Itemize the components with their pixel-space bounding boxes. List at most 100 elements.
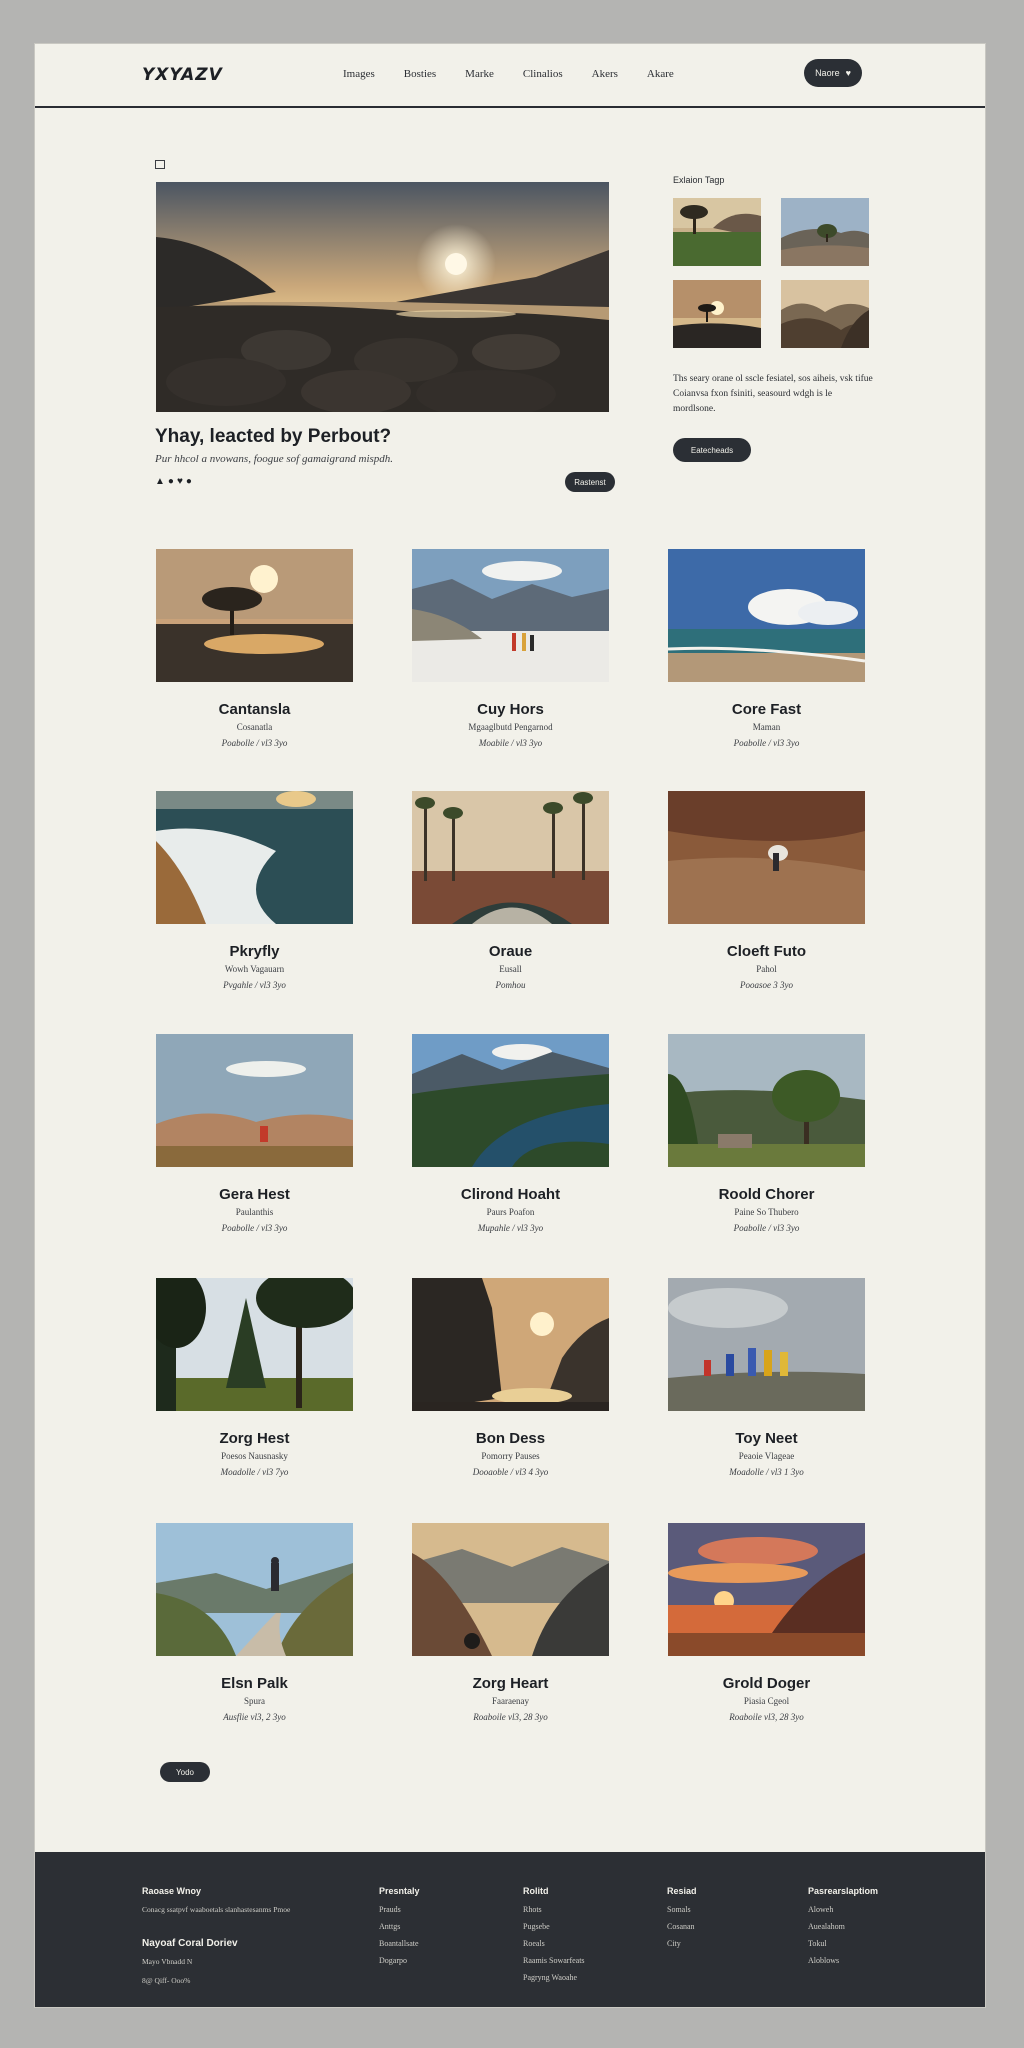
- card-image: [412, 791, 609, 924]
- gallery-card[interactable]: Zorg Heart Faaraenay Roaboile vl3, 28 3y…: [412, 1523, 609, 1722]
- sidebar-thumb[interactable]: [781, 280, 869, 348]
- nav-item[interactable]: Akare: [647, 68, 674, 80]
- heart-icon: ♥: [845, 68, 851, 78]
- card-subtitle: Faaraenay: [492, 1696, 529, 1706]
- sidebar-thumb[interactable]: [673, 280, 761, 348]
- footer-link[interactable]: Dogarpo: [379, 1956, 420, 1965]
- footer-brand-description: Conacg ssatpvf waaboetals slanhastesanms…: [142, 1905, 291, 1914]
- card-meta: Moabile / vl3 3yo: [478, 738, 543, 748]
- card-subtitle: Maman: [752, 722, 781, 732]
- card-subtitle: Pahol: [756, 964, 777, 974]
- card-image: [412, 1523, 609, 1656]
- footer-link[interactable]: Anttgs: [379, 1922, 420, 1931]
- card-title: Elsn Palk: [221, 1675, 288, 1692]
- sidebar-thumb[interactable]: [781, 198, 869, 266]
- card-title: Toy Neet: [735, 1430, 798, 1447]
- footer-link[interactable]: Pagryng Waoahe: [523, 1973, 585, 1982]
- card-title: Oraue: [488, 943, 533, 960]
- site-logo[interactable]: YXYAZV: [142, 65, 223, 85]
- card-title: Bon Dess: [475, 1430, 546, 1447]
- card-subtitle: Paurs Poafon: [486, 1207, 535, 1217]
- main-nav: Images Bosties Marke Clinalios Akers Aka…: [343, 68, 703, 80]
- footer-link[interactable]: Raamis Sowarfeats: [523, 1956, 585, 1965]
- featured-image[interactable]: [156, 182, 609, 412]
- gallery-card[interactable]: Zorg Hest Poesos Nausnasky Moadolle / vl…: [156, 1278, 353, 1477]
- card-title: Pkryfly: [229, 943, 280, 960]
- header-button-label: Naore: [815, 68, 840, 78]
- footer-link[interactable]: Tokul: [808, 1939, 878, 1948]
- card-subtitle: Wowh Vagauarn: [224, 964, 285, 974]
- footer-link[interactable]: City: [667, 1939, 697, 1948]
- nav-item[interactable]: Clinalios: [523, 68, 563, 80]
- sidebar-thumb[interactable]: [673, 198, 761, 266]
- gallery-card[interactable]: Core Fast Maman Poabolle / vl3 3yo: [668, 549, 865, 748]
- card-subtitle: Pomorry Pauses: [481, 1451, 540, 1461]
- gallery-card[interactable]: Roold Chorer Paine So Thubero Poabolle /…: [668, 1034, 865, 1233]
- footer-link[interactable]: Cosanan: [667, 1922, 697, 1931]
- gallery-card[interactable]: Cantansla Cosanatla Poabolle / vl3 3yo: [156, 549, 353, 748]
- footer-link[interactable]: Aloweh: [808, 1905, 878, 1914]
- footer-link[interactable]: Pugsebe: [523, 1922, 585, 1931]
- gallery-card[interactable]: Gera Hest Paulanthis Poabolle / vl3 3yo: [156, 1034, 353, 1233]
- load-more-button[interactable]: Yodo: [160, 1762, 210, 1782]
- dot-icon[interactable]: ●: [186, 476, 195, 487]
- footer-link[interactable]: Auealahom: [808, 1922, 878, 1931]
- card-subtitle: Paulanthis: [235, 1207, 274, 1217]
- card-title: Roold Chorer: [718, 1186, 815, 1203]
- card-meta: Moadolle / vl3 1 3yo: [729, 1467, 804, 1477]
- footer-link[interactable]: Aloblows: [808, 1956, 878, 1965]
- gallery-card[interactable]: Toy Neet Peaoie Vlageae Moadolle / vl3 1…: [668, 1278, 865, 1477]
- footer-link[interactable]: Somals: [667, 1905, 697, 1914]
- card-meta: Poabolle / vl3 3yo: [733, 1223, 800, 1233]
- sidebar-title: Exlaion Tagp: [673, 175, 725, 185]
- footer-link[interactable]: Boantallsate: [379, 1939, 420, 1948]
- site-footer: Raoase Wnoy Conacg ssatpvf waaboetals sl…: [35, 1852, 985, 2007]
- nav-item[interactable]: Images: [343, 68, 375, 80]
- footer-column: Pasrearslaptiom Aloweh Auealahom Tokul A…: [808, 1886, 878, 1973]
- card-image: [668, 1278, 865, 1411]
- footer-column: Resiad Somals Cosanan City: [667, 1886, 697, 1956]
- card-image: [156, 1523, 353, 1656]
- card-title: Zorg Heart: [472, 1675, 549, 1692]
- page: YXYAZV Images Bosties Marke Clinalios Ak…: [35, 44, 985, 2007]
- gallery-card[interactable]: Cloeft Futo Pahol Pooasoe 3 3yo: [668, 791, 865, 990]
- gallery-card[interactable]: Elsn Palk Spura Ausflie vl3, 2 3yo: [156, 1523, 353, 1722]
- card-meta: Dooaoble / vl3 4 3yo: [472, 1467, 549, 1477]
- card-title: Core Fast: [731, 701, 802, 718]
- dot-icon[interactable]: ●: [168, 476, 177, 487]
- card-meta: Pooasoe 3 3yo: [740, 980, 793, 990]
- card-image: [668, 1523, 865, 1656]
- gallery-card[interactable]: Bon Dess Pomorry Pauses Dooaoble / vl3 4…: [412, 1278, 609, 1477]
- card-image: [156, 791, 353, 924]
- footer-link[interactable]: Prauds: [379, 1905, 420, 1914]
- footer-link[interactable]: Rhots: [523, 1905, 585, 1914]
- card-meta: Ausflie vl3, 2 3yo: [223, 1712, 286, 1722]
- card-title: Clirond Hoaht: [460, 1186, 561, 1203]
- footer-contact-title: Nayoaf Coral Doriev: [142, 1938, 238, 1949]
- card-subtitle: Peaoie Vlageae: [738, 1451, 795, 1461]
- card-subtitle: Paine So Thubero: [734, 1207, 799, 1217]
- triangle-icon[interactable]: ▲: [155, 476, 168, 487]
- nav-item[interactable]: Akers: [592, 68, 618, 80]
- gallery-card[interactable]: Pkryfly Wowh Vagauarn Pvgahle / vl3 3yo: [156, 791, 353, 990]
- card-meta: Roaboile vl3, 28 3yo: [729, 1712, 804, 1722]
- gallery-card[interactable]: Clirond Hoaht Paurs Poafon Mupahle / vl3…: [412, 1034, 609, 1233]
- nav-item[interactable]: Bosties: [404, 68, 436, 80]
- nav-item[interactable]: Marke: [465, 68, 494, 80]
- grid-icon[interactable]: [155, 160, 165, 169]
- sidebar-button[interactable]: Eatecheads: [673, 438, 751, 462]
- card-title: Cantansla: [218, 701, 291, 718]
- gallery-card[interactable]: Grold Doger Piasia Cgeol Roaboile vl3, 2…: [668, 1523, 865, 1722]
- card-meta: Poabolle / vl3 3yo: [733, 738, 800, 748]
- featured-title: Yhay, leacted by Perbout?: [155, 426, 392, 447]
- heart-icon[interactable]: ♥: [177, 476, 186, 487]
- card-title: Cuy Hors: [477, 701, 544, 718]
- featured-button[interactable]: Rastenst: [565, 472, 615, 492]
- gallery-card[interactable]: Cuy Hors Mgaaglbutd Pengarnod Moabile / …: [412, 549, 609, 748]
- card-image: [412, 1034, 609, 1167]
- card-image: [156, 1034, 353, 1167]
- footer-link[interactable]: Roeals: [523, 1939, 585, 1948]
- header-button[interactable]: Naore ♥: [804, 59, 862, 87]
- footer-column-title: Pasrearslaptiom: [808, 1886, 879, 1896]
- gallery-card[interactable]: Oraue Eusall Pomhou: [412, 791, 609, 990]
